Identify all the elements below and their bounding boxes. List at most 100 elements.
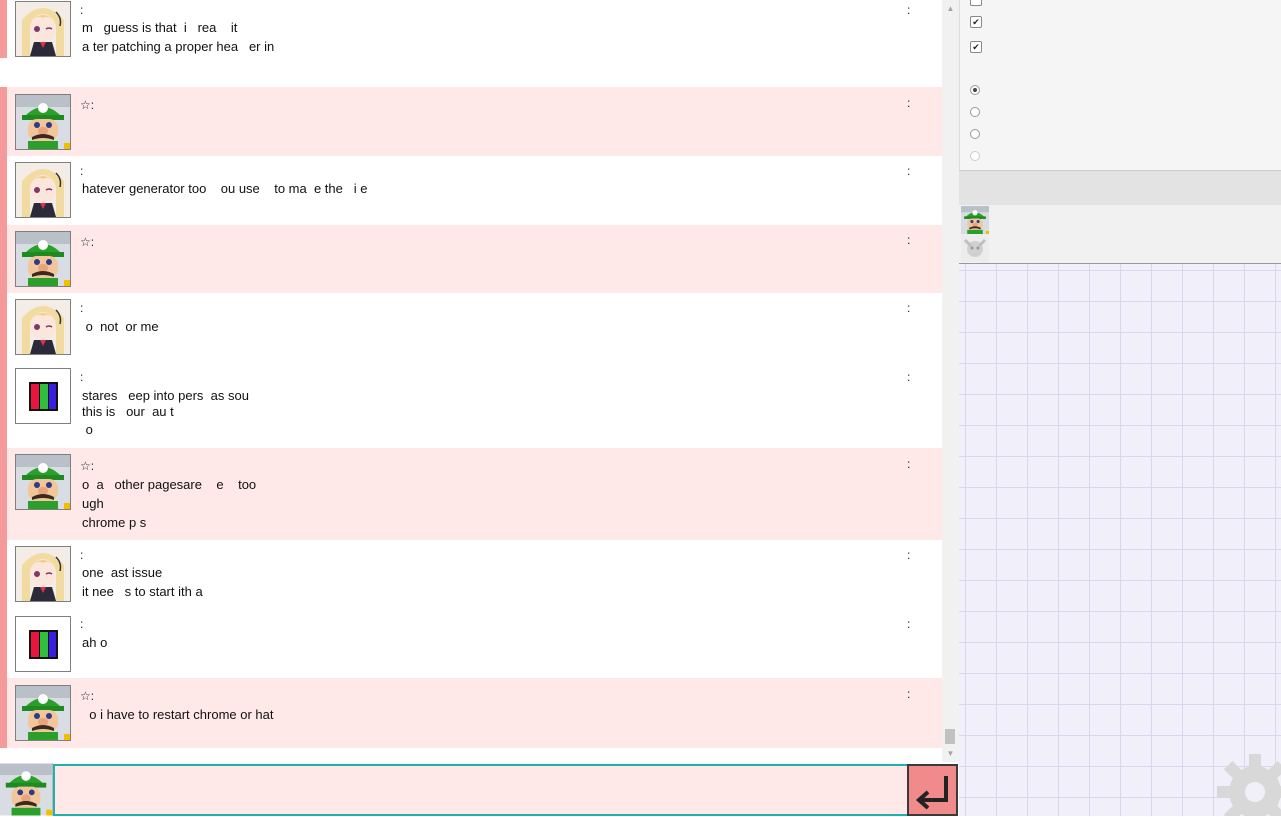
user-list — [959, 205, 1281, 264]
avatar-bars[interactable] — [15, 368, 71, 424]
chat-input-bar — [0, 762, 959, 816]
message: ☆: : — [0, 87, 942, 156]
message-line: a ter patching a proper hea er in — [82, 39, 275, 54]
message-accent-bar — [0, 540, 7, 609]
scroll-thumb[interactable] — [945, 729, 955, 744]
message-author: ☆: — [80, 689, 95, 703]
my-avatar[interactable] — [0, 763, 53, 816]
user-avatar-luigi[interactable] — [961, 206, 989, 234]
send-button[interactable] — [907, 764, 958, 816]
message-timestamp: : — [907, 548, 911, 562]
message-author: ☆: — [80, 98, 95, 112]
panel-divider — [959, 170, 1281, 206]
ghost-avatar-icon — [961, 234, 989, 262]
girl-avatar-icon — [16, 163, 70, 217]
luigi-avatar-icon — [16, 686, 70, 740]
message-line: o not or me — [82, 319, 159, 334]
message-line: ah o — [82, 635, 108, 650]
settings-radio — [970, 151, 980, 161]
settings-radio[interactable] — [970, 129, 980, 139]
message-timestamp: : — [907, 233, 911, 247]
message-accent-bar — [0, 678, 7, 748]
message-author: : — [80, 370, 84, 384]
message: : : m guess is that i rea it a ter patch… — [0, 0, 942, 87]
settings-radio[interactable] — [970, 107, 980, 117]
message-author: ☆: — [80, 459, 95, 473]
user-avatar-ghost[interactable] — [961, 234, 989, 262]
message-author: : — [80, 3, 84, 17]
message-author: : — [80, 301, 84, 315]
message: ☆: : o a other pagesare e too ugh chrome… — [0, 448, 942, 540]
message-author: ☆: — [80, 235, 95, 249]
message-line: stares eep into pers as sou — [82, 388, 249, 403]
message-line: it nee s to start ith a — [82, 584, 203, 599]
message: : : hatever generator too ou use to ma e… — [0, 156, 942, 225]
message-accent-bar — [0, 362, 7, 448]
message-accent-bar — [0, 225, 7, 293]
luigi-avatar-icon — [0, 763, 52, 816]
settings-checkbox[interactable]: ✔ — [970, 16, 982, 28]
color-bars-icon — [29, 630, 58, 659]
chat-input[interactable] — [53, 764, 918, 816]
avatar-girl[interactable] — [15, 546, 71, 602]
avatar-luigi[interactable] — [15, 94, 71, 150]
avatar-luigi[interactable] — [15, 231, 71, 287]
message-line: ugh — [82, 496, 104, 511]
message-author: : — [80, 164, 84, 178]
girl-avatar-icon — [16, 2, 70, 56]
settings-checkbox[interactable]: ✔ — [970, 41, 982, 53]
message-timestamp: : — [907, 457, 911, 471]
message-timestamp: : — [907, 164, 911, 178]
message-author: : — [80, 617, 84, 631]
message-line: o i have to restart chrome or hat — [82, 707, 274, 722]
scroll-up-arrow-icon[interactable]: ▲ — [942, 0, 959, 17]
message: ☆: : o i have to restart chrome or hat — [0, 678, 942, 748]
message-accent-bar — [0, 156, 7, 225]
message-accent-bar — [0, 448, 7, 540]
avatar-girl[interactable] — [15, 299, 71, 355]
message-line: o a other pagesare e too — [82, 477, 257, 492]
luigi-avatar-icon — [16, 232, 70, 286]
girl-avatar-icon — [16, 300, 70, 354]
color-bars-icon — [29, 382, 58, 411]
message: : : one ast issue it nee s to start ith … — [0, 540, 942, 609]
chat-scrollbar[interactable]: ▲ ▼ — [942, 0, 959, 762]
luigi-avatar-icon — [16, 95, 70, 149]
message-line: chrome p s — [82, 515, 147, 530]
chat-log: : : m guess is that i rea it a ter patch… — [0, 0, 942, 748]
settings-radio[interactable] — [970, 85, 980, 95]
message-timestamp: : — [907, 96, 911, 110]
message-accent-bar — [0, 293, 7, 362]
avatar-girl[interactable] — [15, 162, 71, 218]
enter-arrow-icon — [915, 776, 948, 810]
message-line: m guess is that i rea it — [82, 20, 238, 35]
right-panel: ✔ ✔ — [959, 0, 1281, 816]
message-line: hatever generator too ou use to ma e the… — [82, 181, 368, 196]
message: : : ah o — [0, 609, 942, 678]
message-accent-bar — [0, 609, 7, 678]
message-line: this is our au t — [82, 404, 174, 419]
message-author: : — [80, 548, 84, 562]
message: : : stares eep into pers as sou this is … — [0, 362, 942, 448]
scroll-down-arrow-icon[interactable]: ▼ — [942, 745, 959, 762]
gear-icon[interactable] — [1215, 752, 1281, 816]
girl-avatar-icon — [16, 547, 70, 601]
message-timestamp: : — [907, 617, 911, 631]
message: ☆: : — [0, 225, 942, 293]
luigi-avatar-icon — [961, 206, 989, 234]
message-timestamp: : — [907, 687, 911, 701]
avatar-luigi[interactable] — [15, 454, 71, 510]
avatar-girl[interactable] — [15, 1, 71, 57]
message-accent-bar — [0, 87, 7, 156]
message-accent-bar — [0, 0, 7, 58]
drawing-canvas[interactable] — [959, 264, 1281, 816]
message-timestamp: : — [907, 3, 911, 17]
settings-checkbox[interactable] — [970, 0, 982, 6]
message-line: one ast issue — [82, 565, 163, 580]
message-timestamp: : — [907, 370, 911, 384]
message-line: o — [82, 422, 93, 437]
avatar-luigi[interactable] — [15, 685, 71, 741]
avatar-bars[interactable] — [15, 616, 71, 672]
luigi-avatar-icon — [16, 455, 70, 509]
message: : : o not or me — [0, 293, 942, 362]
